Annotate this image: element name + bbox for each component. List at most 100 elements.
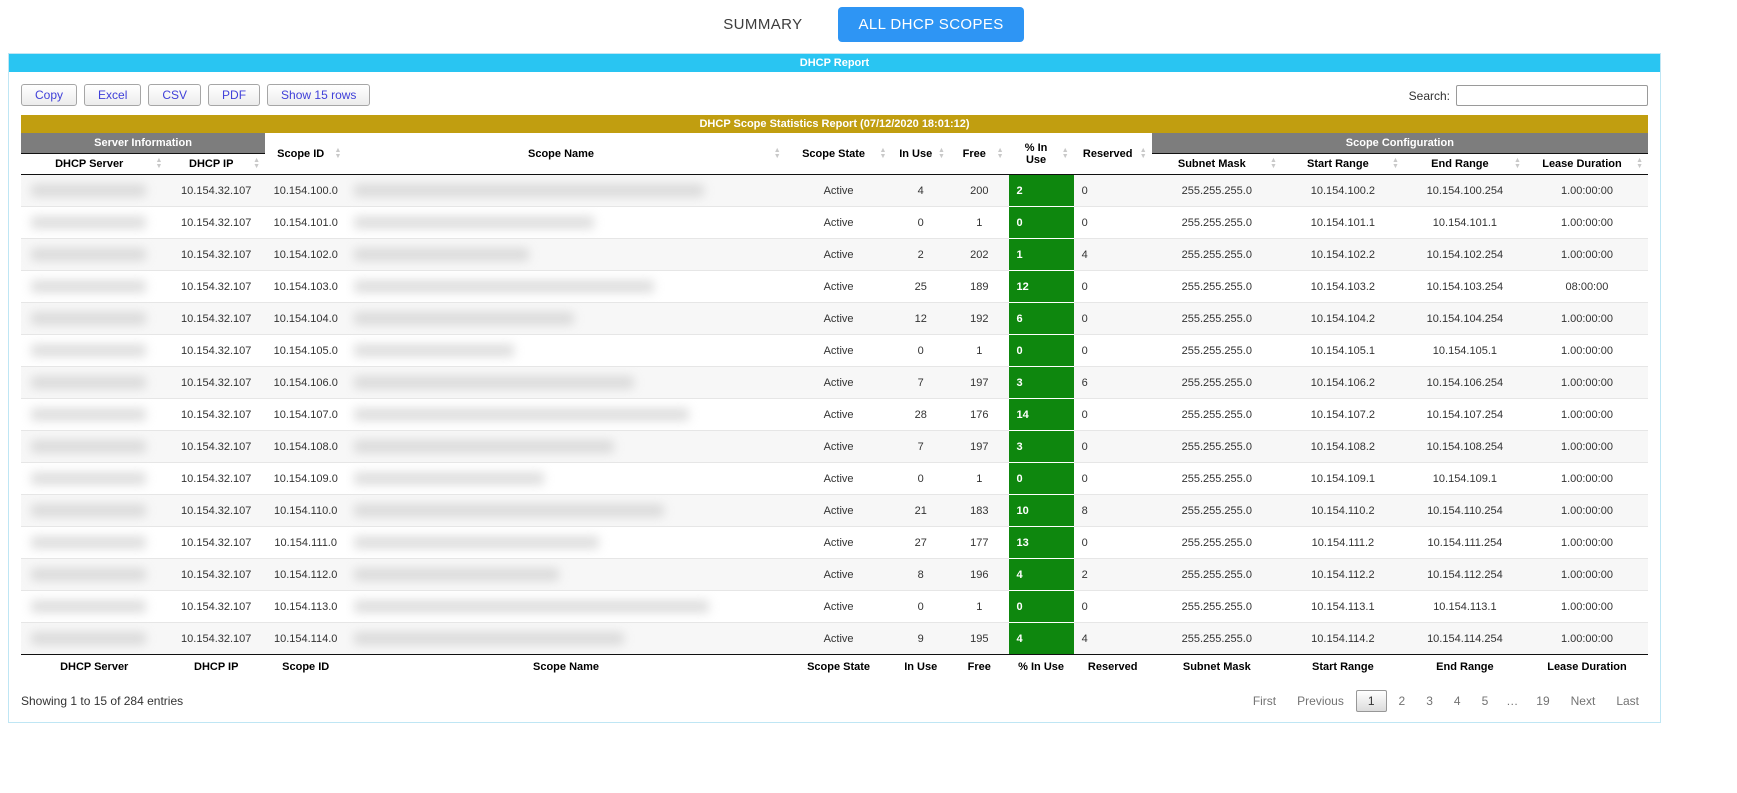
cell-pct-in-use: 1 — [1009, 239, 1074, 271]
cell-dhcp-server — [21, 495, 167, 527]
pagination-5[interactable]: 5 — [1473, 690, 1498, 712]
cell-lease-duration: 08:00:00 — [1526, 271, 1648, 303]
toolbar-button-copy[interactable]: Copy — [21, 84, 77, 106]
column-header-free[interactable]: Free▲▼ — [950, 133, 1009, 175]
column-header-scope-state[interactable]: Scope State▲▼ — [786, 133, 892, 175]
cell-reserved: 0 — [1074, 335, 1152, 367]
table-header: Server Information Scope ID▲▼ Scope Name… — [21, 133, 1648, 175]
column-header-scope-name[interactable]: Scope Name▲▼ — [346, 133, 785, 175]
pagination-1[interactable]: 1 — [1356, 690, 1387, 712]
cell-in-use: 2 — [891, 239, 950, 271]
column-header-end-range[interactable]: End Range▲▼ — [1404, 154, 1526, 175]
scope-name-redacted-blur — [354, 376, 634, 389]
sort-icon: ▲▼ — [1270, 158, 1277, 170]
cell-dhcp-server — [21, 431, 167, 463]
footer-col-scope-state: Scope State — [786, 655, 892, 680]
column-header-pct-in-use[interactable]: % In Use▲▼ — [1009, 133, 1074, 175]
tab-all-dhcp-scopes[interactable]: ALL DHCP SCOPES — [838, 7, 1023, 42]
cell-dhcp-ip: 10.154.32.107 — [167, 527, 265, 559]
cell-end-range: 10.154.111.254 — [1404, 527, 1526, 559]
cell-dhcp-server — [21, 239, 167, 271]
table-row: 10.154.32.107 10.154.106.0 Active 7 197 … — [21, 367, 1648, 399]
pagination-4[interactable]: 4 — [1445, 690, 1470, 712]
column-header-lease-duration[interactable]: Lease Duration▲▼ — [1526, 154, 1648, 175]
dhcp-scopes-table: Server Information Scope ID▲▼ Scope Name… — [21, 133, 1648, 679]
dhcp-server-redacted-blur — [31, 312, 146, 325]
cell-scope-name — [346, 207, 785, 239]
cell-end-range: 10.154.104.254 — [1404, 303, 1526, 335]
cell-free: 195 — [950, 623, 1009, 655]
cell-free: 1 — [950, 335, 1009, 367]
cell-scope-name — [346, 591, 785, 623]
column-header-scope-id[interactable]: Scope ID▲▼ — [265, 133, 346, 175]
cell-reserved: 0 — [1074, 271, 1152, 303]
cell-scope-state: Active — [786, 367, 892, 399]
sort-icon: ▲▼ — [1636, 158, 1643, 170]
pagination-3[interactable]: 3 — [1417, 690, 1442, 712]
cell-dhcp-server — [21, 559, 167, 591]
scope-name-redacted-blur — [354, 248, 529, 261]
cell-end-range: 10.154.105.1 — [1404, 335, 1526, 367]
column-header-dhcp-ip[interactable]: DHCP IP▲▼ — [167, 154, 265, 175]
sort-icon: ▲▼ — [1062, 148, 1069, 160]
pagination-next[interactable]: Next — [1562, 690, 1605, 712]
cell-dhcp-ip: 10.154.32.107 — [167, 271, 265, 303]
cell-free: 183 — [950, 495, 1009, 527]
column-header-in-use[interactable]: In Use▲▼ — [891, 133, 950, 175]
sort-icon: ▲▼ — [1140, 148, 1147, 160]
cell-lease-duration: 1.00:00:00 — [1526, 591, 1648, 623]
cell-in-use: 0 — [891, 335, 950, 367]
column-header-start-range[interactable]: Start Range▲▼ — [1282, 154, 1404, 175]
search-input[interactable] — [1456, 85, 1648, 106]
pagination-2[interactable]: 2 — [1390, 690, 1415, 712]
cell-reserved: 0 — [1074, 303, 1152, 335]
search-box: Search: — [1409, 85, 1648, 106]
pagination-previous[interactable]: Previous — [1288, 690, 1353, 712]
cell-reserved: 0 — [1074, 591, 1152, 623]
table-row: 10.154.32.107 10.154.111.0 Active 27 177… — [21, 527, 1648, 559]
cell-pct-in-use: 0 — [1009, 591, 1074, 623]
column-header-dhcp-server[interactable]: DHCP Server▲▼ — [21, 154, 167, 175]
toolbar-button-show-15-rows[interactable]: Show 15 rows — [267, 84, 370, 106]
scope-name-redacted-blur — [354, 344, 514, 357]
cell-in-use: 7 — [891, 367, 950, 399]
cell-dhcp-server — [21, 175, 167, 207]
cell-lease-duration: 1.00:00:00 — [1526, 367, 1648, 399]
cell-pct-in-use: 2 — [1009, 175, 1074, 207]
column-header-reserved[interactable]: Reserved▲▼ — [1074, 133, 1152, 175]
column-header-subnet-mask[interactable]: Subnet Mask▲▼ — [1152, 154, 1282, 175]
cell-reserved: 4 — [1074, 623, 1152, 655]
table-row: 10.154.32.107 10.154.109.0 Active 0 1 0 … — [21, 463, 1648, 495]
dhcp-server-redacted-blur — [31, 344, 146, 357]
toolbar-button-csv[interactable]: CSV — [148, 84, 201, 106]
cell-subnet-mask: 255.255.255.0 — [1152, 431, 1282, 463]
cell-dhcp-server — [21, 271, 167, 303]
cell-scope-name — [346, 335, 785, 367]
pagination-19[interactable]: 19 — [1527, 690, 1558, 712]
toolbar-button-excel[interactable]: Excel — [84, 84, 141, 106]
cell-scope-id: 10.154.111.0 — [265, 527, 346, 559]
dhcp-server-redacted-blur — [31, 536, 146, 549]
pagination-last[interactable]: Last — [1607, 690, 1648, 712]
table-row: 10.154.32.107 10.154.107.0 Active 28 176… — [21, 399, 1648, 431]
tab-summary[interactable]: SUMMARY — [713, 8, 812, 41]
cell-dhcp-ip: 10.154.32.107 — [167, 591, 265, 623]
cell-scope-state: Active — [786, 399, 892, 431]
cell-subnet-mask: 255.255.255.0 — [1152, 239, 1282, 271]
cell-start-range: 10.154.107.2 — [1282, 399, 1404, 431]
cell-end-range: 10.154.102.254 — [1404, 239, 1526, 271]
cell-scope-state: Active — [786, 527, 892, 559]
dhcp-server-redacted-blur — [31, 248, 146, 261]
scope-name-redacted-blur — [354, 568, 559, 581]
dhcp-server-redacted-blur — [31, 568, 146, 581]
cell-pct-in-use: 13 — [1009, 527, 1074, 559]
toolbar-button-pdf[interactable]: PDF — [208, 84, 260, 106]
cell-in-use: 0 — [891, 463, 950, 495]
view-tabs: SUMMARY ALL DHCP SCOPES — [0, 0, 1737, 48]
cell-scope-state: Active — [786, 495, 892, 527]
pagination-first[interactable]: First — [1244, 690, 1285, 712]
cell-reserved: 0 — [1074, 527, 1152, 559]
scope-name-redacted-blur — [354, 504, 664, 517]
cell-in-use: 0 — [891, 207, 950, 239]
table-row: 10.154.32.107 10.154.105.0 Active 0 1 0 … — [21, 335, 1648, 367]
